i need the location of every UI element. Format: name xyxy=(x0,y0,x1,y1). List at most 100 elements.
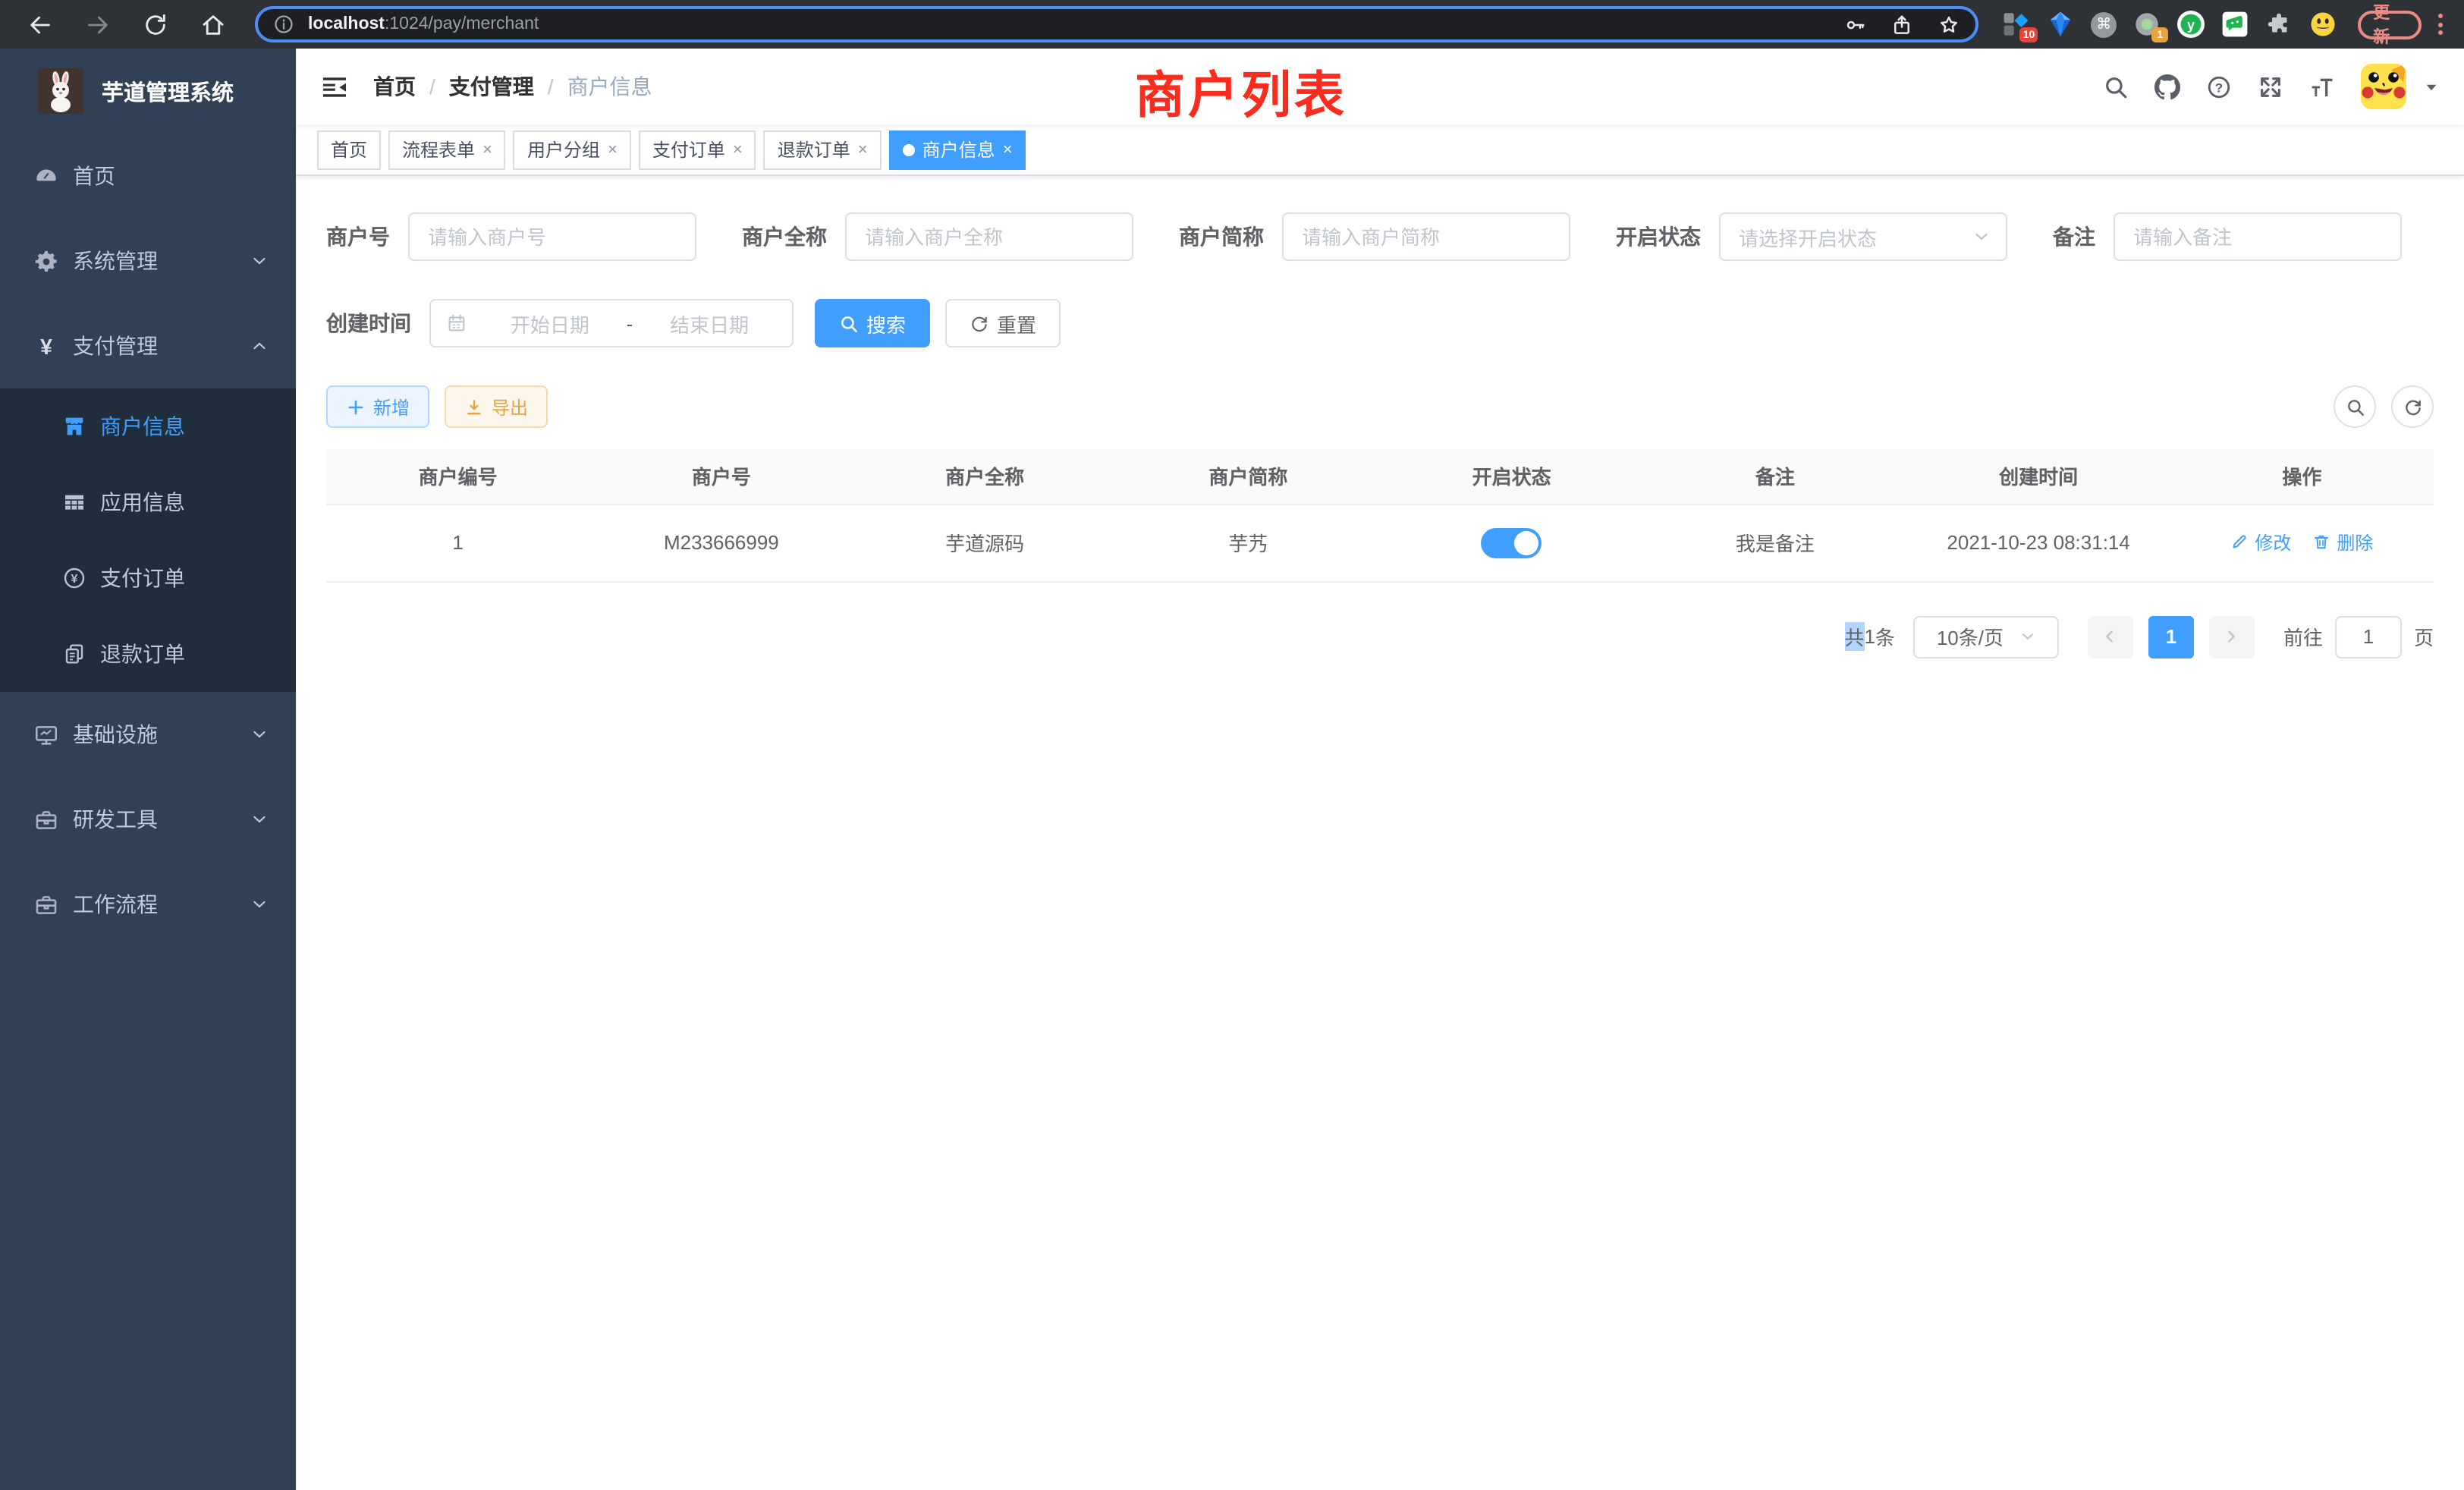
ext-kite-icon[interactable] xyxy=(2047,11,2074,38)
cell-full-name: 芋道源码 xyxy=(853,504,1117,581)
documents-icon xyxy=(62,642,86,666)
avatar-caret-icon[interactable] xyxy=(2423,78,2440,95)
ext-blocker-icon[interactable]: 10 xyxy=(2003,11,2030,38)
remark-input[interactable] xyxy=(2114,212,2402,261)
user-avatar[interactable] xyxy=(2361,64,2406,109)
tab-user-group[interactable]: 用户分组 × xyxy=(514,130,631,169)
plus-icon xyxy=(346,397,366,417)
browser-home-icon[interactable] xyxy=(200,11,226,37)
search-button[interactable]: 搜索 xyxy=(815,299,930,347)
tab-refund-order[interactable]: 退款订单× xyxy=(764,130,882,169)
status-select[interactable]: 请选择开启状态 xyxy=(1719,212,2007,261)
sidebar-item-dev-tools[interactable]: 研发工具 xyxy=(0,777,296,862)
merchant-shortname-input[interactable] xyxy=(1282,212,1570,261)
start-date-placeholder: 开始日期 xyxy=(482,309,618,338)
sidebar-item-home[interactable]: 首页 xyxy=(0,134,296,218)
tab-label: 用户分组 xyxy=(527,137,600,162)
add-button[interactable]: 新增 xyxy=(326,385,429,428)
browser-back-icon[interactable] xyxy=(27,11,53,37)
tab-label: 商户信息 xyxy=(922,137,995,162)
sidebar-logo[interactable]: 芋道管理系统 xyxy=(0,49,296,134)
sidebar-item-app-info[interactable]: 应用信息 xyxy=(0,464,296,540)
breadcrumb-home[interactable]: 首页 xyxy=(373,71,416,102)
browser-reload-icon[interactable] xyxy=(143,11,168,37)
breadcrumb-separator: / xyxy=(429,74,435,99)
page-size-select[interactable]: 10条/页 xyxy=(1913,615,2059,658)
password-key-icon[interactable] xyxy=(1843,13,1866,36)
tab-merchant-info[interactable]: 商户信息 × xyxy=(889,130,1026,169)
share-icon[interactable] xyxy=(1890,13,1913,36)
browser-menu-icon[interactable] xyxy=(2431,11,2449,38)
tab-pay-order[interactable]: 支付订单× xyxy=(639,130,756,169)
extensions-puzzle-icon[interactable] xyxy=(2265,11,2293,38)
toggle-knob xyxy=(1515,530,1539,555)
ext-chat-icon[interactable] xyxy=(2221,11,2249,38)
ext-y-icon[interactable]: y xyxy=(2177,11,2205,38)
tab-home[interactable]: 首页 xyxy=(317,130,381,169)
fullscreen-icon[interactable] xyxy=(2258,74,2283,99)
github-icon[interactable] xyxy=(2154,74,2180,99)
breadcrumb-payment[interactable]: 支付管理 xyxy=(449,71,534,102)
header-search-icon[interactable] xyxy=(2103,74,2129,99)
merchant-fullname-input[interactable] xyxy=(845,212,1133,261)
sidebar-item-refund-order[interactable]: 退款订单 xyxy=(0,616,296,692)
show-search-toggle-button[interactable] xyxy=(2334,385,2376,428)
refresh-table-button[interactable] xyxy=(2391,385,2434,428)
tab-close-icon[interactable]: × xyxy=(608,140,618,159)
font-size-icon[interactable] xyxy=(2309,74,2335,99)
tab-close-icon[interactable]: × xyxy=(733,140,743,159)
tab-close-icon[interactable]: × xyxy=(482,140,492,159)
next-page-button[interactable] xyxy=(2209,615,2255,658)
create-time-range-picker[interactable]: 开始日期 - 结束日期 xyxy=(429,299,794,347)
table-toolbar: 新增 导出 xyxy=(326,385,2434,428)
tab-process-form[interactable]: 流程表单× xyxy=(388,130,506,169)
extensions-area: 10 ⌘ 1 y xyxy=(2003,11,2337,38)
browser-update-button[interactable]: 更新 xyxy=(2358,10,2422,39)
sidebar-item-workflow[interactable]: 工作流程 xyxy=(0,862,296,947)
gear-icon xyxy=(33,248,59,274)
tab-close-icon[interactable]: × xyxy=(1003,140,1013,159)
cell-actions: 修改 删除 xyxy=(2170,504,2434,581)
active-tab-dot xyxy=(903,143,915,156)
status-toggle[interactable] xyxy=(1482,527,1542,558)
reset-button[interactable]: 重置 xyxy=(945,299,1061,347)
prev-page-button[interactable] xyxy=(2088,615,2133,658)
merchant-table: 商户编号 商户号 商户全称 商户简称 开启状态 备注 创建时间 操作 1 xyxy=(326,449,2434,582)
browser-profile-avatar[interactable] xyxy=(2309,11,2337,38)
goto-page-input[interactable] xyxy=(2335,615,2402,658)
cell-create-time: 2021-10-23 08:31:14 xyxy=(1907,504,2170,581)
chevron-up-icon xyxy=(250,337,269,355)
trash-icon xyxy=(2312,533,2330,552)
help-icon[interactable]: ? xyxy=(2206,74,2232,99)
site-info-icon[interactable] xyxy=(273,14,294,35)
chevron-down-icon xyxy=(250,895,269,913)
ext-recorder-icon[interactable]: 1 xyxy=(2133,11,2161,38)
search-form-row-1: 商户号 商户全称 商户简称 开启状态 请选择开启状态 xyxy=(326,212,2434,261)
sidebar-item-label: 首页 xyxy=(73,161,115,191)
export-button-label: 导出 xyxy=(492,394,528,420)
cell-merchant-no: M233666999 xyxy=(589,504,853,581)
browser-forward-icon[interactable] xyxy=(85,11,111,37)
search-icon xyxy=(2345,397,2365,417)
sidebar-item-pay-order[interactable]: ¥ 支付订单 xyxy=(0,540,296,616)
delete-button[interactable]: 删除 xyxy=(2312,530,2373,555)
cell-status xyxy=(1380,504,1643,581)
sidebar-toggle-icon[interactable] xyxy=(320,72,349,101)
ext-command-icon[interactable]: ⌘ xyxy=(2091,11,2117,37)
sidebar-item-merchant-info[interactable]: 商户信息 xyxy=(0,388,296,464)
export-button[interactable]: 导出 xyxy=(445,385,548,428)
page-number-1[interactable]: 1 xyxy=(2148,615,2194,658)
sidebar-item-label: 商户信息 xyxy=(100,411,185,442)
sidebar-item-system[interactable]: 系统管理 xyxy=(0,218,296,303)
tab-close-icon[interactable]: × xyxy=(858,140,868,159)
merchant-no-label: 商户号 xyxy=(326,222,408,252)
url-path: :1024/pay/merchant xyxy=(385,15,539,33)
address-bar[interactable]: localhost:1024/pay/merchant xyxy=(255,6,1978,42)
merchant-no-input[interactable] xyxy=(408,212,696,261)
bookmark-star-icon[interactable] xyxy=(1938,13,1960,36)
sidebar-item-payment[interactable]: ¥ 支付管理 xyxy=(0,303,296,388)
edit-button[interactable]: 修改 xyxy=(2230,530,2291,555)
sidebar-item-infrastructure[interactable]: 基础设施 xyxy=(0,692,296,777)
sidebar: 芋道管理系统 首页 系统管理 ¥ 支付管理 商户信息 xyxy=(0,49,296,1490)
refresh-icon xyxy=(2403,397,2422,417)
